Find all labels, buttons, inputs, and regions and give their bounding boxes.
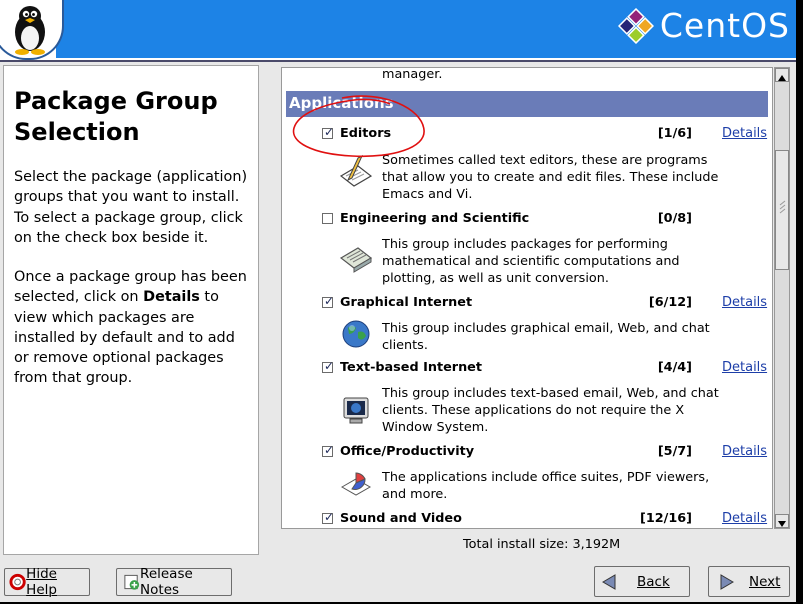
globe-icon <box>342 320 370 348</box>
list-scrollbar[interactable] <box>774 67 790 529</box>
logo-text: CentOS <box>659 6 790 45</box>
centos-logo-icon <box>617 7 654 44</box>
help-paragraph-2: Once a package group has been selected, … <box>14 267 254 389</box>
grip-icon <box>779 200 786 214</box>
installer-window: CentOS Package Group Selection Select th… <box>0 0 796 602</box>
lifebuoy-icon <box>9 573 26 591</box>
next-button[interactable]: Next <box>708 566 790 597</box>
group-name: Office/Productivity <box>340 444 475 459</box>
group-description: This group includes packages for perform… <box>382 237 680 286</box>
help-panel: Package Group Selection Select the packa… <box>3 65 259 555</box>
back-button[interactable]: Back <box>594 566 690 597</box>
tux-penguin-icon <box>0 0 64 60</box>
group-name: Graphical Internet <box>340 295 473 310</box>
back-label: Back <box>637 573 670 590</box>
total-install-size: Total install size: 3,192M <box>463 537 621 552</box>
help-text-bold: Details <box>143 289 200 306</box>
scroll-thumb[interactable] <box>775 150 789 270</box>
text-internet-details-link[interactable]: Details <box>722 360 767 375</box>
group-description: This group includes graphical email, Web… <box>382 321 710 353</box>
engineering-checkbox[interactable] <box>322 213 333 224</box>
group-name: Text-based Internet <box>340 360 482 375</box>
next-label: Next <box>749 573 781 590</box>
package-group-list: manager. Applications ✓ Editors [1/6] De… <box>281 67 773 529</box>
header-banner: CentOS <box>0 0 796 62</box>
arrow-down-icon <box>778 521 786 527</box>
group-name: Sound and Video <box>340 511 462 526</box>
sound-video-details-link[interactable]: Details <box>722 511 767 526</box>
arrow-left-icon <box>602 573 616 590</box>
hide-help-button[interactable]: Hide Help <box>4 566 90 598</box>
notes-add-icon <box>124 574 140 590</box>
scroll-up-button[interactable] <box>775 68 789 82</box>
centos-logo: CentOS <box>617 6 790 45</box>
sound-video-checkbox[interactable]: ✓ <box>322 510 334 524</box>
release-notes-label: Release Notes <box>140 566 193 598</box>
text-internet-checkbox[interactable]: ✓ <box>322 359 334 373</box>
group-description: This group includes text-based email, We… <box>382 386 719 435</box>
office-checkbox[interactable]: ✓ <box>322 443 334 457</box>
arrow-up-icon <box>778 75 786 81</box>
graphical-internet-details-link[interactable]: Details <box>722 295 767 310</box>
terminal-globe-icon <box>343 397 369 424</box>
arrow-right-icon <box>720 573 734 590</box>
group-count: [4/4] <box>657 360 692 375</box>
group-description: The applications include office suites, … <box>382 470 710 502</box>
group-name: Engineering and Scientific <box>340 211 530 226</box>
scroll-down-button[interactable] <box>775 514 789 528</box>
group-count: [12/16] <box>640 511 692 526</box>
group-count: [0/8] <box>657 211 692 226</box>
graphical-internet-checkbox[interactable]: ✓ <box>322 294 334 308</box>
red-annotation-circle <box>292 95 425 158</box>
help-paragraph-1: Select the package (application) groups … <box>14 169 248 246</box>
group-count: [5/7] <box>657 444 692 459</box>
hide-help-label: Hide Help <box>26 566 57 598</box>
calculator-icon <box>339 247 373 273</box>
group-count: [6/12] <box>648 295 692 310</box>
office-details-link[interactable]: Details <box>722 444 767 459</box>
office-chart-icon <box>340 472 372 496</box>
release-notes-button[interactable]: Release Notes <box>116 566 232 598</box>
help-title: Package Group Selection <box>14 87 218 146</box>
